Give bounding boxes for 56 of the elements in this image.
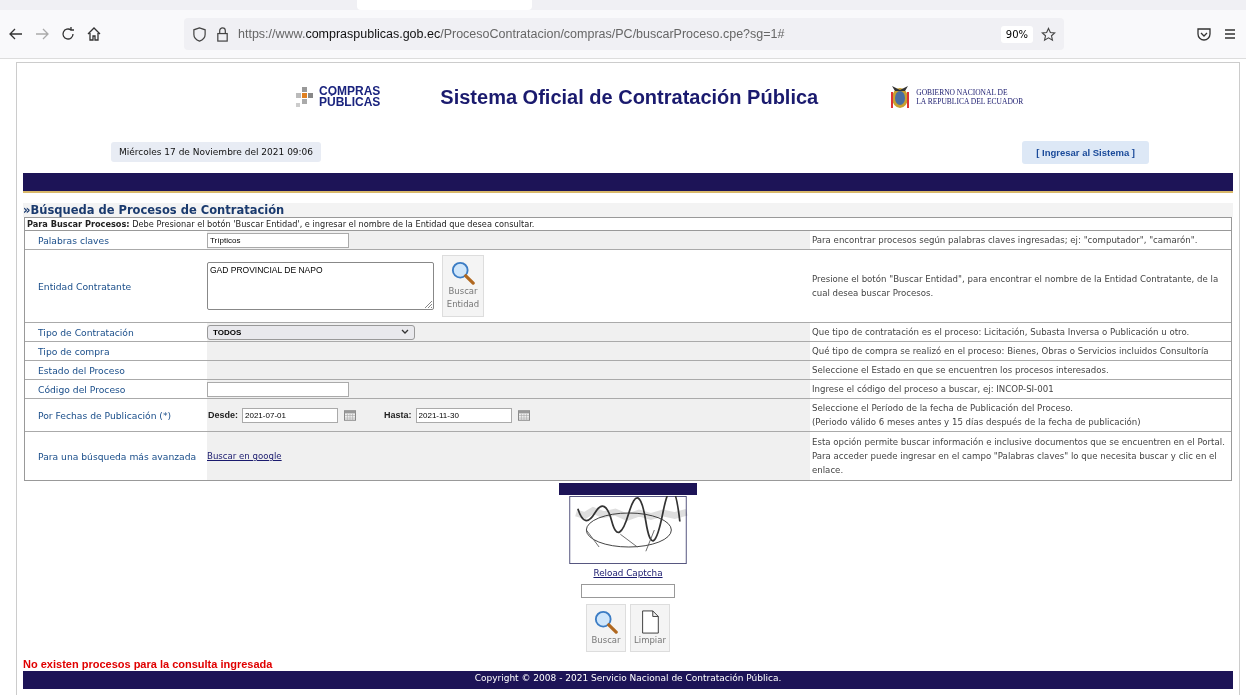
- field-label: Estado del Proceso: [38, 364, 125, 376]
- field-label: Palabras claves: [38, 234, 109, 246]
- contract-type-dropdown[interactable]: TODOS: [207, 324, 415, 340]
- search-entity-button[interactable]: Buscar Entidad: [442, 255, 484, 317]
- pocket-icon[interactable]: [1196, 26, 1212, 42]
- text-input[interactable]: Trípticos: [207, 232, 349, 248]
- field-label: Por Fechas de Publicación (*): [38, 409, 172, 421]
- star-icon[interactable]: [1041, 26, 1056, 42]
- calendar-icon[interactable]: [344, 409, 356, 421]
- field-label: Entidad Contratante: [38, 280, 132, 292]
- section-title: »Búsqueda de Procesos de Contratación: [23, 203, 1233, 217]
- back-arrow-icon[interactable]: [8, 26, 24, 42]
- google-search-link[interactable]: Buscar en google: [207, 451, 282, 461]
- help-text: Seleccione el Estado en que se encuentren los procesos interesados.: [812, 364, 1109, 377]
- site-title: Sistema Oficial de Contratación Pública: [440, 85, 819, 109]
- login-link[interactable]: [ Ingresar al Sistema ]: [1022, 140, 1149, 164]
- help-text: Seleccione el Período de la fecha de Publicación del Proceso. (Periodo válido 6 meses antes y 15 días después de la fecha de publicación): [812, 402, 1141, 429]
- to-date-input[interactable]: 2021-11-30: [415, 407, 512, 423]
- field-label: Para una búsqueda más avanzada: [38, 450, 197, 462]
- copyright-text: Copyright © 2008 - 2021 Servicio Nacional de Contratación Pública.: [474, 673, 782, 683]
- date-badge: Miércoles 17 de Noviembre del 2021 09:06: [111, 142, 322, 162]
- compras-publicas-logo: COMPRAS PÚBLICAS: [292, 85, 381, 109]
- instruction-text: Para Buscar Procesos: Debe Presionar el botón 'Buscar Entidad', e ingresar el nombre de la Entidad que desea consultar.: [25, 218, 1231, 231]
- from-date-input[interactable]: 2021-07-01: [242, 407, 338, 423]
- help-text: Presione el botón "Buscar Entidad", para encontrar el nombre de la Entidad Contratante, de la cual desea buscar Procesos.: [812, 273, 1220, 300]
- help-text: Esta opción permite buscar información e inclusive documentos que se encuentren en el Portal. Para acceder puede ingresar en el campo "Palabras claves" lo que necesita buscar y clic en el enlace.: [812, 436, 1226, 477]
- help-text: Qué tipo de compra se realizó en el proceso: Bienes, Obras o Servicios incluidos Consultoría: [812, 345, 1209, 358]
- captcha-input[interactable]: [581, 584, 675, 598]
- field-label: Tipo de compra: [38, 345, 110, 357]
- entity-textarea[interactable]: GAD PROVINCIAL DE NAPO: [207, 262, 434, 310]
- search-icon: [594, 609, 618, 634]
- search-button[interactable]: Buscar: [586, 604, 626, 652]
- reload-captcha-link[interactable]: Reload Captcha: [593, 568, 663, 578]
- text-input[interactable]: [207, 381, 349, 397]
- resize-grip-icon[interactable]: [424, 300, 432, 308]
- calendar-icon[interactable]: [517, 409, 530, 421]
- address-bar[interactable]: https://www.compraspublicas.gob.ec/ProcesoContratacion/compras/PC/buscarProceso.cpe?sg=1# 90%: [184, 18, 1064, 50]
- url-text: https://www.compraspublicas.gob.ec/ProcesoContratacion/compras/PC/buscarProceso.cpe?sg=1#: [238, 27, 785, 41]
- zoom-badge[interactable]: 90%: [1000, 25, 1033, 43]
- menu-icon[interactable]: [1222, 26, 1238, 42]
- forward-arrow-icon[interactable]: [34, 26, 50, 42]
- from-label: Desde:: [208, 410, 238, 420]
- chevron-down-icon: [401, 329, 409, 335]
- reload-icon[interactable]: [60, 26, 76, 42]
- help-text: Ingrese el código del proceso a buscar, ej: INCOP-SI-001: [812, 383, 1054, 396]
- to-label: Hasta:: [384, 410, 412, 420]
- home-icon[interactable]: [86, 26, 102, 42]
- help-text: Que tipo de contratación es el proceso: Licitación, Subasta Inversa o Publicación u otro.: [812, 326, 1190, 339]
- lock-icon: [215, 26, 230, 42]
- shield-icon: [192, 26, 207, 42]
- clear-button[interactable]: Limpiar: [630, 604, 670, 652]
- help-text: Para encontrar procesos según palabras claves ingresadas; ej: "computador", "camarón".: [812, 234, 1198, 247]
- search-icon: [451, 261, 475, 285]
- no-results-message: No existen procesos para la consulta ingresada: [23, 658, 274, 670]
- field-label: Código del Proceso: [38, 383, 126, 395]
- field-label: Tipo de Contratación: [38, 326, 134, 338]
